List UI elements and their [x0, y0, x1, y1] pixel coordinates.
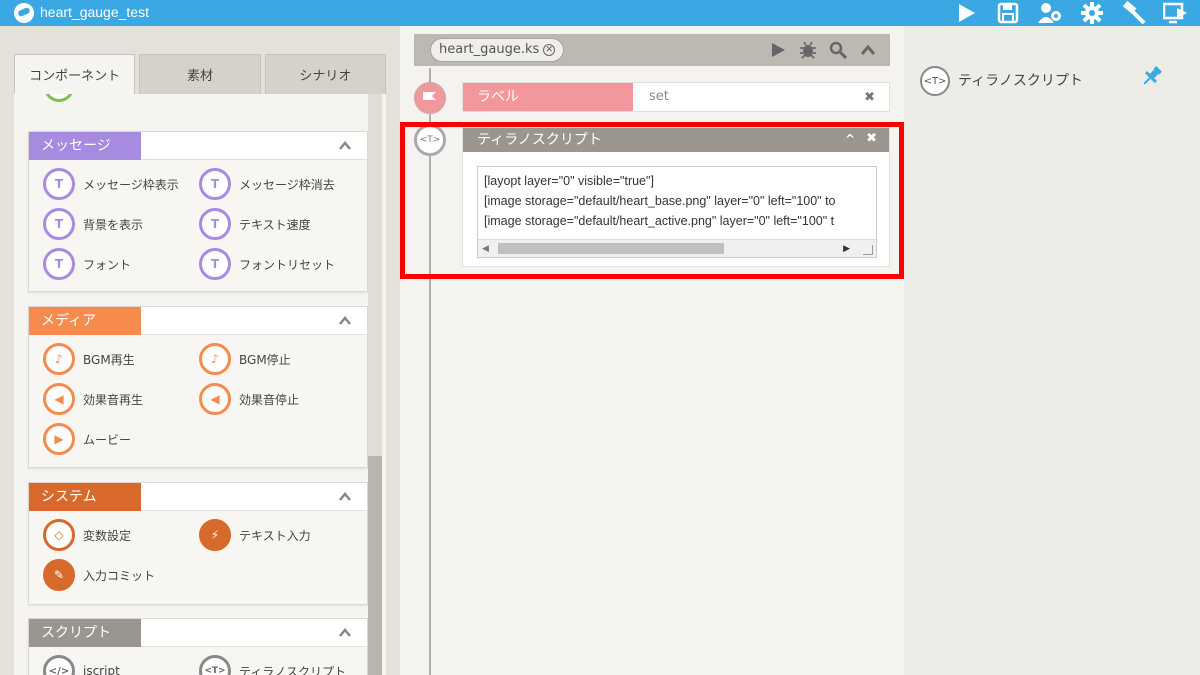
- variable-icon: ◇: [43, 519, 75, 551]
- file-tab[interactable]: heart_gauge.ks ✕: [430, 38, 565, 62]
- movie-icon: ▶: [43, 423, 75, 455]
- bgm-stop-icon: ♪: [199, 343, 231, 375]
- se-play-icon: ◀: [43, 383, 75, 415]
- item-input-commit[interactable]: ✎ 入力コミット: [43, 559, 155, 591]
- chevron-up-icon[interactable]: [858, 38, 878, 62]
- item-message-hide[interactable]: T メッセージ枠消去: [199, 168, 335, 200]
- component-list: メッセージ T メッセージ枠表示 T メッセージ枠消去 T 背景を表示 T テキスト速度…: [14, 94, 386, 675]
- tab-materials[interactable]: 素材: [139, 54, 261, 94]
- group-media: メディア ♪ BGM再生 ♪ BGM停止 ◀ 効果音再生 ◀ 効果音停止 ▶ ムービー: [28, 306, 368, 468]
- title-bar: heart_gauge_test: [0, 0, 1200, 26]
- gear-icon[interactable]: [1078, 1, 1106, 25]
- item-font-reset[interactable]: T フォントリセット: [199, 248, 335, 280]
- text-speed-icon: T: [199, 208, 231, 240]
- item-font[interactable]: T フォント: [43, 248, 131, 280]
- item-message-show[interactable]: T メッセージ枠表示: [43, 168, 179, 200]
- message-hide-icon: T: [199, 168, 231, 200]
- group-system: システム ◇ 変数設定 ⚡ テキスト入力 ✎ 入力コミット: [28, 482, 368, 605]
- export-icon[interactable]: [1162, 1, 1190, 25]
- bgm-play-icon: ♪: [43, 343, 75, 375]
- panel-tabs: コンポーネント 素材 シナリオ: [14, 54, 386, 94]
- save-icon[interactable]: [994, 1, 1022, 25]
- font-icon: T: [43, 248, 75, 280]
- file-tab-label: heart_gauge.ks: [439, 42, 540, 57]
- timeline-line: [429, 68, 431, 675]
- message-show-icon: T: [43, 168, 75, 200]
- group-script: スクリプト </> iscript <T> ティラノスクリプト: [28, 618, 368, 675]
- code-line: [layopt layer="0" visible="true"]: [484, 174, 654, 188]
- horizontal-scrollbar-thumb[interactable]: [498, 243, 724, 254]
- code-line: [image storage="default/heart_base.png" …: [484, 194, 836, 208]
- label-block-title: ラベル: [463, 83, 633, 111]
- pin-icon[interactable]: [1140, 64, 1164, 88]
- tab-components[interactable]: コンポーネント: [14, 54, 136, 94]
- item-text-input[interactable]: ⚡ テキスト入力: [199, 519, 311, 551]
- horizontal-scrollbar[interactable]: ◀ ▶: [478, 239, 876, 257]
- item-se-stop[interactable]: ◀ 効果音停止: [199, 383, 299, 415]
- group-system-title: システム: [29, 483, 141, 511]
- panel-scrollbar-thumb[interactable]: [368, 456, 382, 675]
- app-title: heart_gauge_test: [40, 4, 149, 20]
- chevron-up-icon[interactable]: [339, 491, 351, 503]
- item-tyrano-script[interactable]: <T> ティラノスクリプト: [199, 655, 346, 675]
- label-flag-icon: [414, 82, 446, 114]
- scroll-left-icon[interactable]: ◀: [482, 244, 489, 254]
- app-logo-icon: [14, 3, 34, 23]
- lightning-icon: ⚡: [199, 519, 231, 551]
- item-movie[interactable]: ▶ ムービー: [43, 423, 131, 455]
- close-icon[interactable]: ✖: [866, 131, 877, 146]
- resize-handle-icon[interactable]: [863, 245, 873, 255]
- close-tab-icon[interactable]: ✕: [543, 44, 556, 56]
- play-icon[interactable]: [768, 38, 788, 62]
- plug-icon: ✎: [43, 559, 75, 591]
- tyrano-script-block: ティラノスクリプト ^ ✖ [layopt layer="0" visible=…: [462, 127, 890, 267]
- properties-panel: <T> ティラノスクリプト: [904, 26, 1200, 675]
- label-block[interactable]: ラベル set ✖: [462, 82, 890, 112]
- group-message: メッセージ T メッセージ枠表示 T メッセージ枠消去 T 背景を表示 T テキスト速度…: [28, 131, 368, 292]
- item-show-background[interactable]: T 背景を表示: [43, 208, 143, 240]
- users-icon[interactable]: [1036, 1, 1064, 25]
- bug-icon[interactable]: [798, 38, 818, 62]
- tab-scenario[interactable]: シナリオ: [264, 54, 386, 94]
- group-media-title: メディア: [29, 307, 141, 335]
- script-textarea[interactable]: [layopt layer="0" visible="true"] [image…: [477, 166, 877, 258]
- properties-title: ティラノスクリプト: [958, 73, 1083, 89]
- label-block-value[interactable]: set: [649, 83, 669, 111]
- tyrano-script-title: ティラノスクリプト: [477, 132, 602, 148]
- tyrano-script-header: ティラノスクリプト ^ ✖: [463, 128, 889, 152]
- chevron-up-icon[interactable]: [339, 315, 351, 327]
- tyrano-script-icon: <T>: [920, 66, 950, 96]
- code-line: [image storage="default/heart_active.png…: [484, 214, 835, 228]
- item-bgm-play[interactable]: ♪ BGM再生: [43, 343, 135, 375]
- toolbar: [952, 0, 1190, 26]
- se-stop-icon: ◀: [199, 383, 231, 415]
- tyrano-script-icon: <T>: [199, 655, 231, 675]
- panel-scrollbar[interactable]: [368, 94, 382, 675]
- tyrano-script-node-icon: <T>: [414, 124, 446, 156]
- group-message-title: メッセージ: [29, 132, 141, 160]
- play-icon[interactable]: [952, 1, 980, 25]
- chevron-up-icon[interactable]: [339, 140, 351, 152]
- item-text-speed[interactable]: T テキスト速度: [199, 208, 311, 240]
- item-se-play[interactable]: ◀ 効果音再生: [43, 383, 143, 415]
- chevron-up-icon[interactable]: [339, 627, 351, 639]
- item-bgm-stop[interactable]: ♪ BGM停止: [199, 343, 291, 375]
- font-reset-icon: T: [199, 248, 231, 280]
- scenario-editor: heart_gauge.ks ✕ ラベル set ✖ <T> ティラノスクリプト…: [400, 26, 904, 675]
- component-panel: コンポーネント 素材 シナリオ メッセージ T メッセージ枠表示 T メッセージ枠消…: [0, 26, 400, 675]
- file-tab-bar: heart_gauge.ks ✕: [414, 34, 890, 66]
- collapse-icon[interactable]: ^: [845, 132, 855, 146]
- background-icon: T: [43, 208, 75, 240]
- search-icon[interactable]: [828, 38, 848, 62]
- item-iscript[interactable]: </> iscript: [43, 655, 120, 675]
- scroll-right-icon[interactable]: ▶: [843, 244, 850, 254]
- code-icon: </>: [43, 655, 75, 675]
- hammer-icon[interactable]: [1120, 1, 1148, 25]
- partial-item-icon: [44, 94, 74, 102]
- close-icon[interactable]: ✖: [864, 90, 875, 105]
- group-script-title: スクリプト: [29, 619, 141, 647]
- item-variable-set[interactable]: ◇ 変数設定: [43, 519, 131, 551]
